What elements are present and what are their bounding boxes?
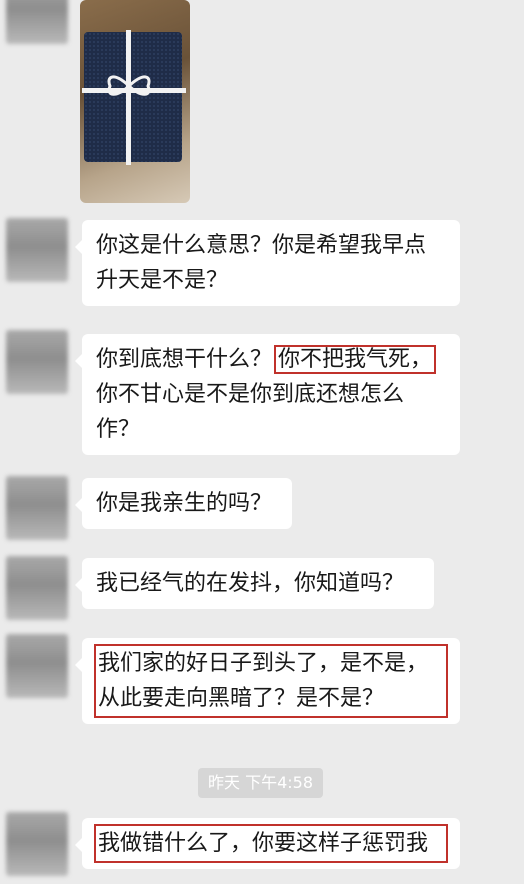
highlight-box: 我们家的好日子到头了，是不是，从此要走向黑暗了？是不是？: [94, 644, 448, 718]
message-text: 你不甘心是不是你到底还想怎么作？: [96, 382, 405, 442]
message-text: 我已经气的在发抖，你知道吗？: [96, 571, 405, 596]
highlight-box: 我做错什么了，你要这样子惩罚我: [94, 824, 448, 863]
highlighted-text: 你不把我气死，: [274, 345, 437, 374]
message-text: 你是我亲生的吗？: [96, 491, 273, 516]
message-bubble[interactable]: 你是我亲生的吗？: [75, 478, 292, 529]
photo-message[interactable]: [80, 0, 190, 203]
message-bubble[interactable]: 我已经气的在发抖，你知道吗？: [75, 558, 434, 609]
avatar[interactable]: [6, 330, 68, 394]
avatar[interactable]: [6, 218, 68, 282]
avatar[interactable]: [6, 556, 68, 620]
timestamp: 昨天 下午4:58: [198, 768, 324, 798]
message-bubble[interactable]: 我做错什么了，你要这样子惩罚我: [75, 818, 460, 869]
message-bubble[interactable]: 我们家的好日子到头了，是不是，从此要走向黑暗了？是不是？: [75, 638, 460, 724]
message-bubble[interactable]: 你到底想干什么？ 你不把我气死， 你不甘心是不是你到底还想怎么作？: [75, 334, 460, 455]
message-text: 我做错什么了，你要这样子惩罚我: [98, 831, 429, 856]
message-bubble[interactable]: 你这是什么意思？你是希望我早点升天是不是？: [75, 220, 460, 306]
message-text: 你这是什么意思？你是希望我早点升天是不是？: [96, 233, 427, 293]
avatar[interactable]: [6, 634, 68, 698]
avatar[interactable]: [6, 812, 68, 876]
bow-icon: [107, 75, 151, 96]
message-text: 我们家的好日子到头了，是不是，从此要走向黑暗了？是不是？: [98, 651, 429, 711]
avatar[interactable]: [6, 476, 68, 540]
message-text: 你到底想干什么？: [96, 347, 273, 372]
avatar[interactable]: [6, 0, 68, 44]
